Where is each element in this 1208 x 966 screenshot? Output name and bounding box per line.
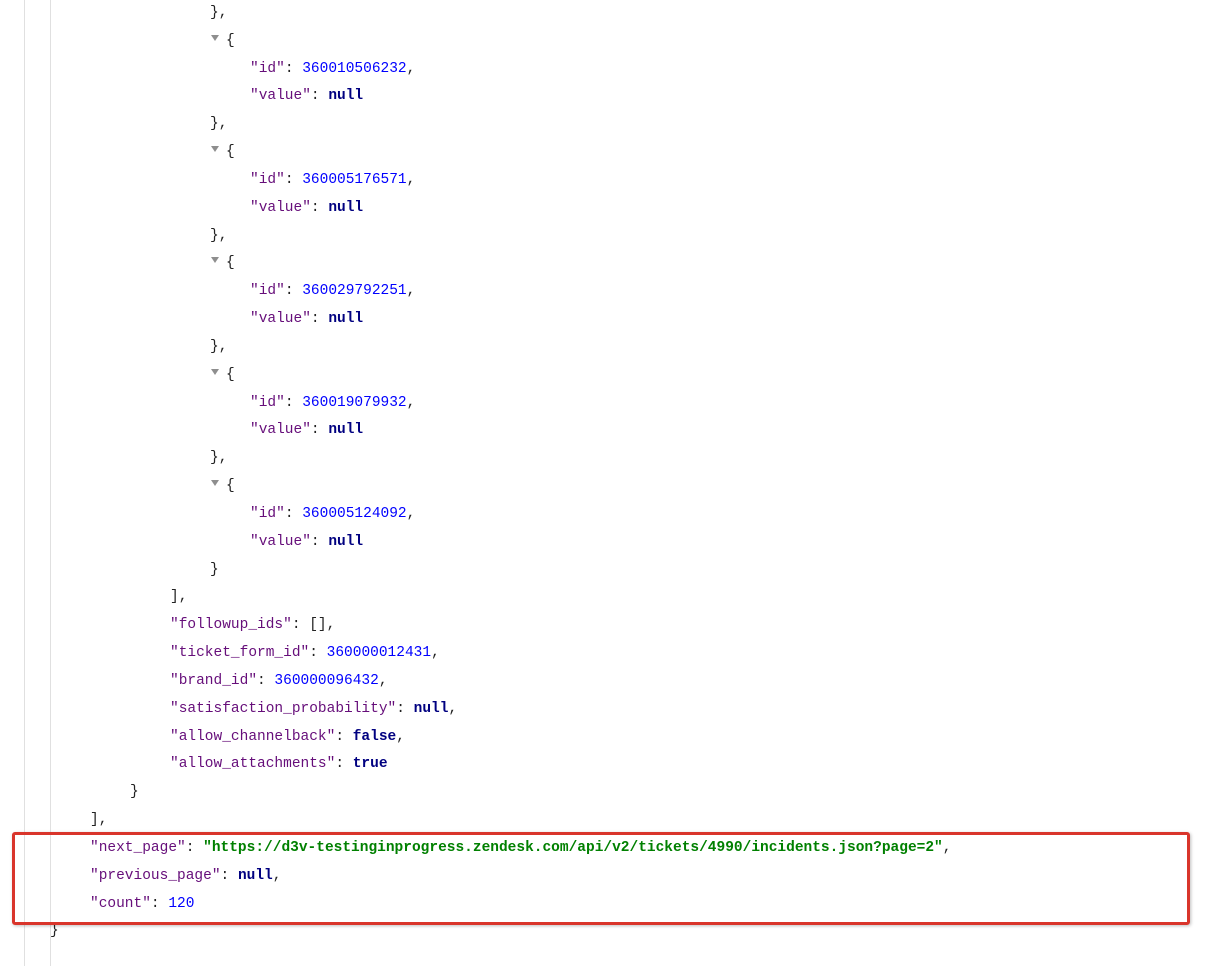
brace-close: } [210, 228, 219, 244]
json-viewer: },{"id": 360010506232,"value": null},{"i… [0, 0, 1208, 966]
json-line: { [30, 473, 1208, 501]
brace-open: { [226, 367, 235, 383]
json-value-previous-page: null [238, 868, 273, 884]
brace-close: } [130, 784, 139, 800]
collapse-toggle[interactable] [210, 478, 220, 488]
collapse-toggle[interactable] [210, 144, 220, 154]
json-value-id: 360019079932 [302, 395, 406, 411]
json-key: "allow_attachments" [170, 756, 335, 772]
json-line: "value": null [30, 529, 1208, 557]
json-line: "allow_channelback": false, [30, 724, 1208, 752]
json-line: "id": 360019079932, [30, 390, 1208, 418]
json-line: "value": null [30, 195, 1208, 223]
json-value-id: 360010506232 [302, 61, 406, 77]
json-key: "ticket_form_id" [170, 645, 309, 661]
json-line: "id": 360029792251, [30, 278, 1208, 306]
json-line: "brand_id": 360000096432, [30, 668, 1208, 696]
json-line: "id": 360010506232, [30, 56, 1208, 84]
bracket-close: ] [90, 812, 99, 828]
json-empty-array: [] [309, 617, 326, 633]
json-value-id: 360005176571 [302, 172, 406, 188]
json-line: { [30, 139, 1208, 167]
collapse-toggle[interactable] [210, 33, 220, 43]
json-key: "followup_ids" [170, 617, 292, 633]
brace-close: } [50, 923, 59, 939]
brace-open: { [226, 144, 235, 160]
collapse-toggle[interactable] [210, 367, 220, 377]
json-line: }, [30, 445, 1208, 473]
json-key-id: "id" [250, 61, 285, 77]
json-line: }, [30, 0, 1208, 28]
json-line: "ticket_form_id": 360000012431, [30, 640, 1208, 668]
json-line: "id": 360005124092, [30, 501, 1208, 529]
json-line: "count": 120 [30, 891, 1208, 919]
json-line: "previous_page": null, [30, 863, 1208, 891]
json-line: }, [30, 111, 1208, 139]
json-key-value: "value" [250, 200, 311, 216]
json-code-block: },{"id": 360010506232,"value": null},{"i… [30, 0, 1208, 946]
json-line: } [30, 918, 1208, 946]
collapse-toggle[interactable] [210, 255, 220, 265]
brace-open: { [226, 255, 235, 271]
json-line: "value": null [30, 306, 1208, 334]
json-key-value: "value" [250, 534, 311, 550]
json-key-previous-page: "previous_page" [90, 868, 221, 884]
json-line: { [30, 250, 1208, 278]
json-value-null: null [328, 200, 363, 216]
json-key-next-page: "next_page" [90, 840, 186, 856]
json-key-value: "value" [250, 311, 311, 327]
json-key-id: "id" [250, 283, 285, 299]
json-value: true [353, 756, 388, 772]
json-line: "value": null [30, 417, 1208, 445]
brace-close: } [210, 5, 219, 21]
json-value: 360000096432 [274, 673, 378, 689]
json-line: } [30, 779, 1208, 807]
json-value: null [414, 701, 449, 717]
json-line: }, [30, 223, 1208, 251]
json-line: "next_page": "https://d3v-testinginprogr… [30, 835, 1208, 863]
json-line: { [30, 28, 1208, 56]
json-key-value: "value" [250, 422, 311, 438]
json-key-value: "value" [250, 88, 311, 104]
brace-close: } [210, 339, 219, 355]
json-line: "followup_ids": [], [30, 612, 1208, 640]
json-value-count: 120 [168, 896, 194, 912]
json-line: "satisfaction_probability": null, [30, 696, 1208, 724]
json-value-null: null [328, 534, 363, 550]
json-key-id: "id" [250, 172, 285, 188]
json-line: }, [30, 334, 1208, 362]
json-value-null: null [328, 422, 363, 438]
json-key: "brand_id" [170, 673, 257, 689]
brace-close: } [210, 562, 219, 578]
json-value-next-page: "https://d3v-testinginprogress.zendesk.c… [203, 840, 943, 856]
json-line: ], [30, 807, 1208, 835]
json-key: "allow_channelback" [170, 729, 335, 745]
json-line: ], [30, 584, 1208, 612]
json-line: { [30, 362, 1208, 390]
json-value: false [353, 729, 397, 745]
json-key: "satisfaction_probability" [170, 701, 396, 717]
json-value: 360000012431 [327, 645, 431, 661]
json-key-count: "count" [90, 896, 151, 912]
json-value-id: 360005124092 [302, 506, 406, 522]
brace-close: } [210, 116, 219, 132]
json-key-id: "id" [250, 506, 285, 522]
json-line: "value": null [30, 83, 1208, 111]
json-line: "allow_attachments": true [30, 751, 1208, 779]
json-value-null: null [328, 88, 363, 104]
json-line: } [30, 557, 1208, 585]
json-key-id: "id" [250, 395, 285, 411]
json-line: "id": 360005176571, [30, 167, 1208, 195]
bracket-close: ] [170, 589, 179, 605]
brace-open: { [226, 478, 235, 494]
json-value-null: null [328, 311, 363, 327]
brace-close: } [210, 450, 219, 466]
brace-open: { [226, 33, 235, 49]
json-value-id: 360029792251 [302, 283, 406, 299]
